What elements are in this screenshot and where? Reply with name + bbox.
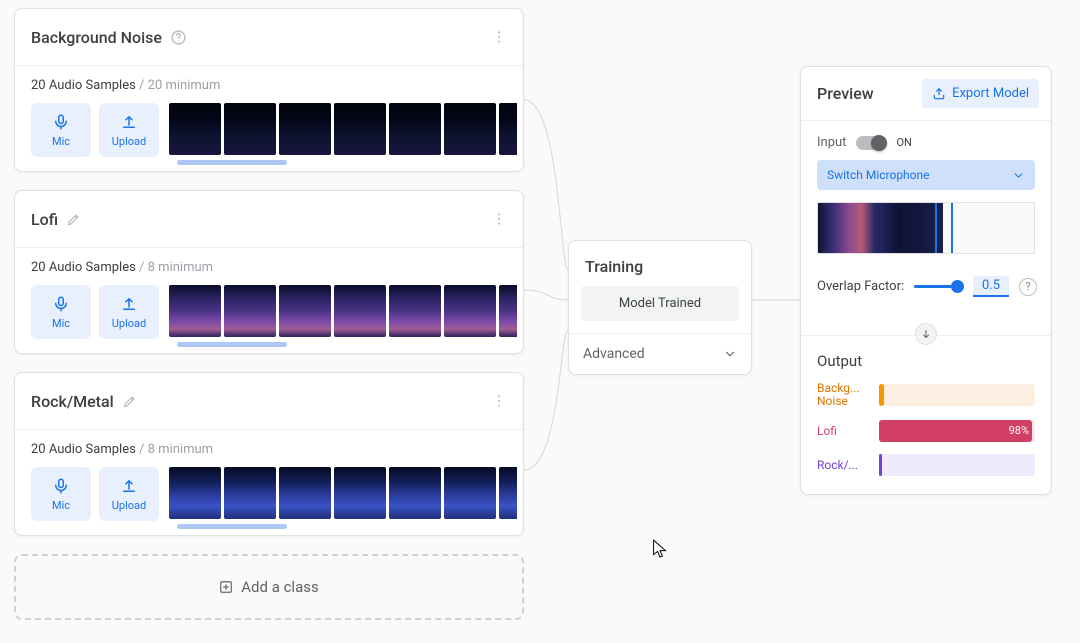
audio-sample-thumb[interactable] — [499, 285, 517, 337]
audio-sample-thumb[interactable] — [444, 103, 496, 155]
audio-sample-thumb[interactable] — [279, 103, 331, 155]
output-row-background-noise: Backg... Noise — [817, 382, 1035, 408]
audio-sample-thumb[interactable] — [334, 467, 386, 519]
arrow-down-icon — [920, 328, 932, 340]
sample-thumbnails — [169, 103, 517, 155]
audio-sample-thumb[interactable] — [499, 103, 517, 155]
export-model-button[interactable]: Export Model — [922, 79, 1039, 108]
samples-count: 20 Audio Samples — [31, 442, 136, 457]
audio-sample-thumb[interactable] — [169, 285, 221, 337]
preview-card: Preview Export Model Input ON Switch Mic… — [800, 66, 1052, 495]
mic-button[interactable]: Mic — [31, 285, 91, 339]
advanced-label: Advanced — [583, 346, 645, 362]
audio-sample-thumb[interactable] — [444, 467, 496, 519]
mic-button[interactable]: Mic — [31, 467, 91, 521]
class-card-background-noise: Background Noise 20 Audio Samples / 20 m… — [14, 8, 524, 172]
upload-label: Upload — [112, 135, 146, 148]
output-bar — [879, 384, 1035, 406]
switch-microphone-dropdown[interactable]: Switch Microphone — [817, 160, 1035, 190]
audio-sample-thumb[interactable] — [224, 285, 276, 337]
mic-button[interactable]: Mic — [31, 103, 91, 157]
output-bar: 98% — [879, 420, 1035, 442]
samples-count: 20 Audio Samples — [31, 260, 136, 275]
audio-sample-thumb[interactable] — [334, 285, 386, 337]
class-title: Background Noise — [31, 28, 162, 47]
class-title: Lofi — [31, 210, 58, 229]
samples-scrollbar[interactable] — [177, 524, 287, 529]
plus-icon — [219, 580, 233, 594]
samples-count-row: 20 Audio Samples / 20 minimum — [15, 66, 523, 97]
overlap-value-input[interactable]: 0.5 — [973, 276, 1009, 297]
output-row-lofi: Lofi 98% — [817, 420, 1035, 442]
chevron-down-icon — [1012, 169, 1025, 182]
audio-sample-thumb[interactable] — [279, 285, 331, 337]
audio-sample-thumb[interactable] — [169, 103, 221, 155]
export-label: Export Model — [952, 86, 1029, 101]
live-window-selector[interactable] — [935, 202, 953, 254]
sample-thumbnails — [169, 285, 517, 337]
output-bar — [879, 454, 1035, 476]
upload-button[interactable]: Upload — [99, 103, 159, 157]
samples-min: 8 minimum — [148, 442, 213, 457]
advanced-toggle[interactable]: Advanced — [569, 333, 751, 374]
pencil-icon[interactable] — [122, 394, 137, 409]
help-icon[interactable]: ? — [1019, 278, 1037, 296]
upload-button[interactable]: Upload — [99, 467, 159, 521]
audio-sample-thumb[interactable] — [224, 467, 276, 519]
add-class-label: Add a class — [241, 578, 318, 596]
class-card-lofi: Lofi 20 Audio Samples / 8 minimum Mic Up… — [14, 190, 524, 354]
live-spectrogram — [818, 203, 943, 253]
audio-sample-thumb[interactable] — [444, 285, 496, 337]
input-state: ON — [896, 136, 911, 149]
samples-scrollbar[interactable] — [177, 160, 287, 165]
chevron-down-icon — [723, 347, 737, 361]
training-title: Training — [569, 241, 751, 286]
audio-sample-thumb[interactable] — [224, 103, 276, 155]
output-label: Lofi — [817, 425, 869, 438]
audio-sample-thumb[interactable] — [389, 467, 441, 519]
live-audio-preview — [817, 202, 1035, 254]
audio-sample-thumb[interactable] — [499, 467, 517, 519]
input-toggle[interactable] — [856, 136, 886, 150]
upload-button[interactable]: Upload — [99, 285, 159, 339]
samples-min: 20 minimum — [148, 78, 221, 93]
samples-count-row: 20 Audio Samples / 8 minimum — [15, 430, 523, 461]
sample-thumbnails — [169, 467, 517, 519]
output-label: Rock/... — [817, 459, 869, 472]
class-title: Rock/Metal — [31, 392, 114, 411]
input-label: Input — [817, 135, 846, 150]
preview-title: Preview — [817, 84, 874, 103]
output-title: Output — [817, 352, 1035, 370]
audio-sample-thumb[interactable] — [334, 103, 386, 155]
audio-sample-thumb[interactable] — [279, 467, 331, 519]
more-menu-icon[interactable] — [485, 387, 513, 415]
mouse-cursor-icon — [652, 538, 668, 560]
training-card: Training Model Trained Advanced — [568, 240, 752, 375]
output-percent: 98% — [1009, 424, 1029, 437]
audio-sample-thumb[interactable] — [169, 467, 221, 519]
scroll-down-button[interactable] — [915, 323, 937, 345]
overlap-slider[interactable] — [914, 285, 963, 288]
train-status-button[interactable]: Model Trained — [581, 286, 739, 321]
pencil-icon[interactable] — [66, 212, 81, 227]
overlap-label: Overlap Factor: — [817, 279, 904, 294]
samples-count-row: 20 Audio Samples / 8 minimum — [15, 248, 523, 279]
help-icon[interactable] — [170, 29, 187, 46]
audio-sample-thumb[interactable] — [389, 285, 441, 337]
output-row-rock-metal: Rock/... — [817, 454, 1035, 476]
samples-scrollbar[interactable] — [177, 342, 287, 347]
more-menu-icon[interactable] — [485, 205, 513, 233]
samples-min: 8 minimum — [148, 260, 213, 275]
samples-count: 20 Audio Samples — [31, 78, 136, 93]
switch-mic-label: Switch Microphone — [827, 168, 930, 182]
audio-sample-thumb[interactable] — [389, 103, 441, 155]
more-menu-icon[interactable] — [485, 23, 513, 51]
export-icon — [932, 87, 946, 101]
add-class-button[interactable]: Add a class — [14, 554, 524, 620]
class-card-rock-metal: Rock/Metal 20 Audio Samples / 8 minimum … — [14, 372, 524, 536]
output-label: Backg... Noise — [817, 382, 869, 408]
mic-label: Mic — [52, 135, 70, 148]
